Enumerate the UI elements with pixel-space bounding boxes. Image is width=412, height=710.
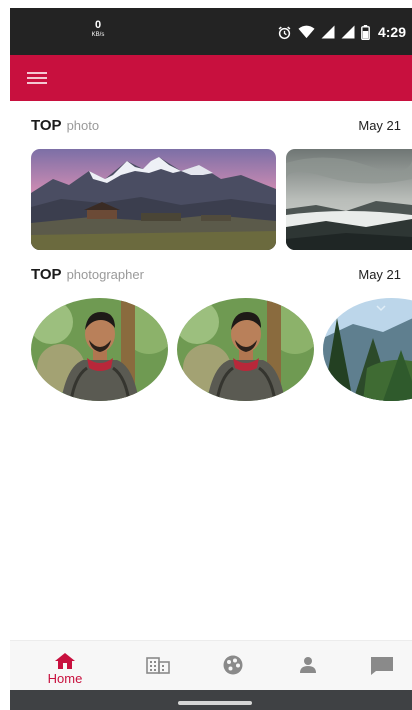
top-photo-title: TOP [31, 117, 62, 134]
clock: 4:29 [377, 24, 406, 40]
top-photographer-header: TOP photographer May 21 [31, 266, 401, 286]
building-icon [146, 657, 170, 674]
signal-icon [341, 25, 355, 39]
top-photo-subtitle: photo [66, 118, 100, 133]
battery-icon [361, 24, 370, 40]
wifi-icon [298, 25, 315, 39]
menu-button[interactable] [24, 67, 50, 89]
nav-home[interactable]: Home [35, 641, 95, 691]
network-speed: 0 KB/s [86, 19, 110, 39]
app-screen: 0 KB/s 4:29 TOP photo May 21 TOP photogr… [10, 8, 412, 710]
hamburger-menu-icon [27, 72, 47, 84]
photo-card-misty-valley[interactable] [286, 149, 412, 250]
top-photographer-subtitle: photographer [66, 267, 144, 282]
top-photo-date: May 21 [358, 118, 401, 133]
network-speed-value: 0 [94, 19, 102, 31]
photo-card-mountains[interactable] [31, 149, 276, 250]
signal-icon [321, 25, 335, 39]
home-icon [55, 653, 75, 669]
network-speed-unit: KB/s [91, 32, 105, 38]
status-bar: 0 KB/s 4:29 [10, 8, 412, 55]
nav-home-label: Home [47, 671, 83, 686]
system-navigation-bar [10, 690, 412, 710]
app-bar [10, 55, 412, 101]
top-photo-header: TOP photo May 21 [31, 117, 401, 137]
nav-messages[interactable] [352, 641, 412, 691]
photographer-avatar[interactable] [177, 298, 314, 401]
photographer-avatar[interactable] [31, 298, 168, 401]
person-icon [300, 657, 316, 673]
alarm-icon [277, 25, 292, 40]
top-photographer-date: May 21 [358, 267, 401, 282]
chat-icon [371, 657, 393, 675]
top-photographer-title: TOP [31, 266, 62, 283]
bottom-navigation: Home [10, 640, 412, 690]
nav-profile[interactable] [278, 641, 338, 691]
palette-icon [223, 655, 243, 675]
nav-explore[interactable] [203, 641, 263, 691]
home-gesture-pill[interactable] [178, 701, 252, 705]
photographer-avatar-forest[interactable] [323, 298, 412, 401]
nav-buildings[interactable] [128, 641, 188, 691]
status-icons: 4:29 [277, 22, 406, 42]
